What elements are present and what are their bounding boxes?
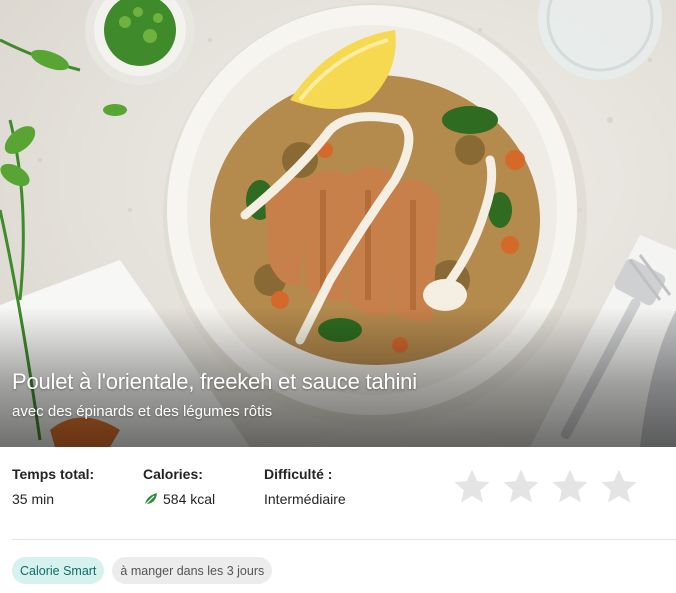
calories-value: 584 kcal (163, 491, 216, 507)
difficulty-label: Difficulté : (264, 466, 333, 482)
recipe-hero-image: Poulet à l'orientale, freekeh et sauce t… (0, 0, 676, 447)
calories: Calories: 584 kcal (143, 466, 215, 507)
rating-stars (452, 467, 639, 507)
star-icon[interactable] (550, 467, 590, 507)
calories-value-row: 584 kcal (143, 491, 215, 507)
recipe-tags: Calorie Smart à manger dans les 3 jours (12, 557, 273, 584)
divider (12, 539, 676, 540)
tag-eat-within-3-days[interactable]: à manger dans les 3 jours (112, 557, 273, 584)
star-icon[interactable] (501, 467, 541, 507)
total-time-label: Temps total: (12, 466, 95, 482)
difficulty: Difficulté : Intermédiaire (264, 466, 346, 507)
difficulty-value: Intermédiaire (264, 491, 346, 507)
tag-calorie-smart[interactable]: Calorie Smart (12, 557, 105, 584)
total-time-value: 35 min (12, 491, 55, 507)
recipe-title: Poulet à l'orientale, freekeh et sauce t… (12, 369, 417, 394)
calories-label: Calories: (143, 466, 203, 482)
recipe-subtitle: avec des épinards et des légumes rôtis (12, 403, 273, 420)
leaf-icon (143, 491, 159, 507)
star-icon[interactable] (599, 467, 639, 507)
total-time: Temps total: 35 min (12, 466, 94, 507)
star-icon[interactable] (452, 467, 492, 507)
